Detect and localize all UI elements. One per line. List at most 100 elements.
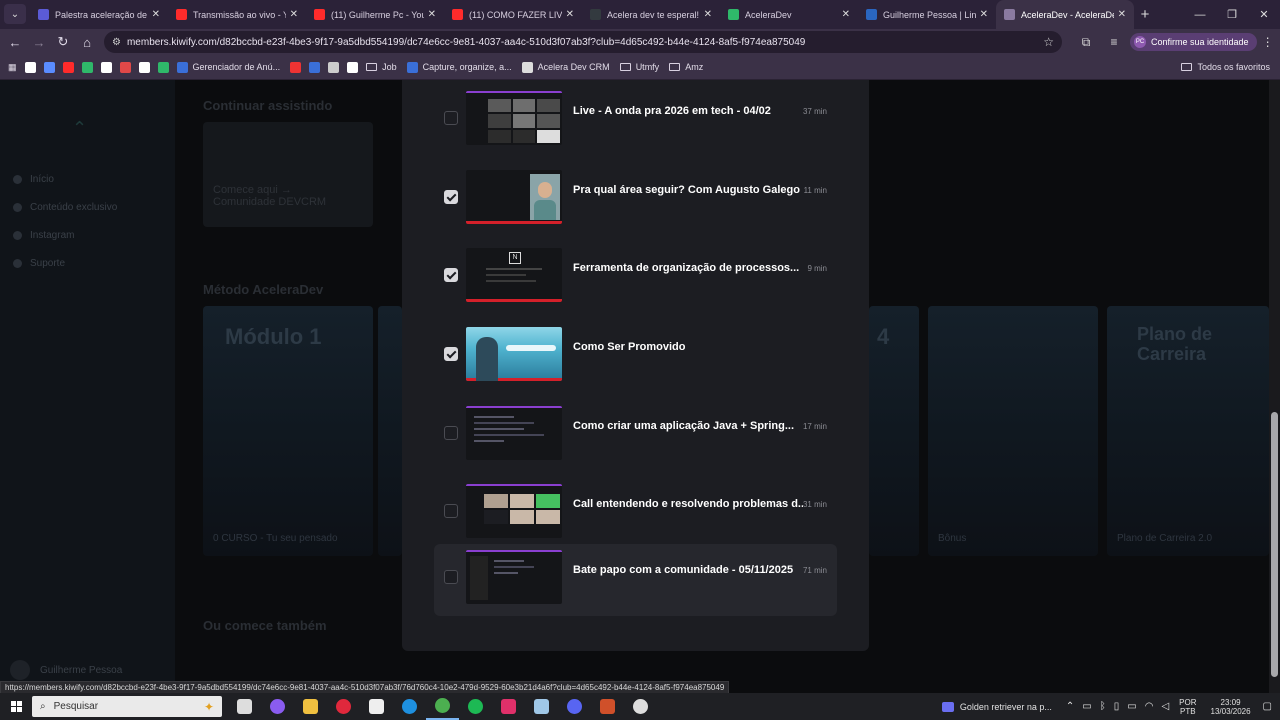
- browser-tab[interactable]: Guilherme Pessoa | Linke ✕: [858, 0, 996, 29]
- browser-tab[interactable]: (11) Guilherme Pc - YouTu ✕: [306, 0, 444, 29]
- browser-tab[interactable]: Transmissão ao vivo - You ✕: [168, 0, 306, 29]
- lesson-item[interactable]: Como criar uma aplicação Java + Spring..…: [434, 400, 837, 472]
- lesson-complete-checkbox[interactable]: [444, 504, 458, 518]
- close-tab-icon[interactable]: ✕: [842, 9, 850, 20]
- close-tab-icon[interactable]: ✕: [152, 9, 160, 20]
- media-control-icon[interactable]: ≡: [1100, 29, 1128, 55]
- bookmark-item[interactable]: [157, 61, 169, 73]
- bookmark-item[interactable]: [62, 61, 74, 73]
- module-card[interactable]: [378, 306, 402, 556]
- lesson-complete-checkbox[interactable]: [444, 570, 458, 584]
- sidebar-item-inicio[interactable]: Início: [30, 174, 54, 185]
- lesson-complete-checkbox[interactable]: [444, 190, 458, 204]
- close-tab-icon[interactable]: ✕: [566, 9, 574, 20]
- bookmark-folder[interactable]: Utmfy: [619, 62, 659, 72]
- close-tab-icon[interactable]: ✕: [428, 9, 436, 20]
- taskbar-app-discord[interactable]: [558, 693, 591, 720]
- lesson-complete-checkbox[interactable]: [444, 268, 458, 282]
- taskbar-app-spotify[interactable]: [459, 693, 492, 720]
- extensions-icon[interactable]: ⧉: [1072, 29, 1100, 55]
- bookmark-star-icon[interactable]: ☆: [1043, 35, 1054, 49]
- bookmark-item[interactable]: [138, 61, 150, 73]
- battery-icon[interactable]: ▭: [1127, 701, 1136, 712]
- bookmark-item[interactable]: [347, 61, 359, 73]
- taskbar-app-notes[interactable]: [525, 693, 558, 720]
- close-tab-icon[interactable]: ✕: [1118, 9, 1126, 20]
- chevron-up-icon[interactable]: ⌃: [1066, 701, 1074, 712]
- lesson-thumbnail[interactable]: [466, 327, 562, 381]
- lesson-title[interactable]: Como criar uma aplicação Java + Spring..…: [573, 420, 803, 432]
- lesson-thumbnail[interactable]: [466, 406, 562, 460]
- start-button[interactable]: [0, 693, 32, 720]
- lesson-title[interactable]: Como Ser Promovido: [573, 341, 803, 353]
- scrollbar-thumb[interactable]: [1271, 412, 1278, 677]
- close-tab-icon[interactable]: ✕: [290, 9, 298, 20]
- browser-tab[interactable]: AceleraDev ✕: [720, 0, 858, 29]
- lesson-thumbnail[interactable]: [466, 170, 562, 224]
- avatar[interactable]: [10, 660, 30, 680]
- lesson-thumbnail[interactable]: N: [466, 248, 562, 302]
- taskbar-app-capcut[interactable]: [360, 693, 393, 720]
- close-tab-icon[interactable]: ✕: [704, 9, 712, 20]
- bluetooth-icon[interactable]: ᛒ: [1100, 701, 1106, 712]
- bookmark-item[interactable]: [24, 61, 36, 73]
- lesson-item[interactable]: Live - A onda pra 2026 em tech - 04/02 37…: [434, 85, 837, 157]
- browser-tab[interactable]: Palestra aceleração de ca ✕: [30, 0, 168, 29]
- taskbar-app-file-explorer[interactable]: [294, 693, 327, 720]
- lesson-item[interactable]: Pra qual área seguir? Com Augusto Galego…: [434, 164, 837, 236]
- address-url[interactable]: members.kiwify.com/d82bccbd-e23f-4be3-9f…: [127, 37, 805, 48]
- module-card[interactable]: Módulo 1 0 CURSO - Tu seu pensado: [203, 306, 373, 556]
- identity-button[interactable]: PC Confirme sua identidade: [1130, 33, 1257, 51]
- volume-icon[interactable]: ◁: [1161, 701, 1169, 712]
- bookmark-folder[interactable]: Job: [366, 62, 397, 72]
- bookmark-item[interactable]: [290, 61, 302, 73]
- lesson-title[interactable]: Call entendendo e resolvendo problemas d…: [573, 498, 803, 510]
- lesson-item[interactable]: Bate papo com a comunidade - 05/11/2025 7…: [434, 544, 837, 616]
- back-button[interactable]: ←: [3, 30, 27, 54]
- bookmark-item[interactable]: [328, 61, 340, 73]
- lesson-title[interactable]: Pra qual área seguir? Com Augusto Galego: [573, 184, 803, 196]
- usb-icon[interactable]: ▯: [1114, 701, 1120, 712]
- lesson-complete-checkbox[interactable]: [444, 111, 458, 125]
- bookmark-folder[interactable]: Amz: [669, 62, 703, 72]
- sidebar-item-instagram[interactable]: Instagram: [30, 230, 74, 241]
- input-language[interactable]: POR PTB: [1179, 698, 1196, 716]
- reload-button[interactable]: ↻: [51, 30, 75, 54]
- all-bookmarks-button[interactable]: Todos os favoritos: [1181, 55, 1270, 79]
- address-bar[interactable]: ⚙ members.kiwify.com/d82bccbd-e23f-4be3-…: [104, 31, 1062, 53]
- taskbar-app-task-view[interactable]: [228, 693, 261, 720]
- sidebar-item-suporte[interactable]: Suporte: [30, 258, 65, 269]
- lesson-title[interactable]: Live - A onda pra 2026 em tech - 04/02: [573, 105, 803, 117]
- bookmark-item[interactable]: Gerenciador de Anú...: [176, 61, 280, 73]
- restore-button[interactable]: ❐: [1216, 0, 1248, 29]
- clock[interactable]: 23:09 13/03/2026: [1211, 698, 1251, 716]
- apps-grid-icon[interactable]: ▦: [8, 62, 17, 73]
- browser-tab[interactable]: (11) COMO FAZER LIVE N ✕: [444, 0, 582, 29]
- lesson-thumbnail[interactable]: [466, 484, 562, 538]
- module-card[interactable]: 4: [869, 306, 919, 556]
- browser-menu-icon[interactable]: ⋮: [1257, 35, 1279, 49]
- taskbar-app-opera[interactable]: [327, 693, 360, 720]
- lesson-thumbnail[interactable]: [466, 91, 562, 145]
- taskbar-search[interactable]: ⌕ Pesquisar ✦: [32, 696, 222, 717]
- browser-tab[interactable]: Acelera dev te esperal! ✕: [582, 0, 720, 29]
- close-tab-icon[interactable]: ✕: [980, 9, 988, 20]
- lesson-title[interactable]: Ferramenta de organização de processos..…: [573, 262, 803, 274]
- minimize-button[interactable]: —: [1184, 0, 1216, 29]
- taskbar-app-chrome[interactable]: [426, 693, 459, 720]
- new-tab-button[interactable]: +: [1134, 0, 1156, 29]
- notifications-icon[interactable]: ▢: [1263, 701, 1272, 712]
- bookmark-item[interactable]: Acelera Dev CRM: [521, 61, 610, 73]
- site-info-icon[interactable]: ⚙: [112, 37, 121, 48]
- close-window-button[interactable]: ✕: [1248, 0, 1280, 29]
- lesson-complete-checkbox[interactable]: [444, 347, 458, 361]
- bookmark-item[interactable]: Capture, organize, a...: [406, 61, 512, 73]
- lesson-complete-checkbox[interactable]: [444, 426, 458, 440]
- wifi-icon[interactable]: ◠: [1145, 701, 1154, 712]
- taskbar-app-streaming[interactable]: [591, 693, 624, 720]
- lesson-title[interactable]: Bate papo com a comunidade - 05/11/2025: [573, 564, 803, 576]
- lesson-item[interactable]: Call entendendo e resolvendo problemas d…: [434, 478, 837, 550]
- bookmark-item[interactable]: [100, 61, 112, 73]
- bookmark-item[interactable]: [43, 61, 55, 73]
- continue-card[interactable]: [203, 122, 373, 227]
